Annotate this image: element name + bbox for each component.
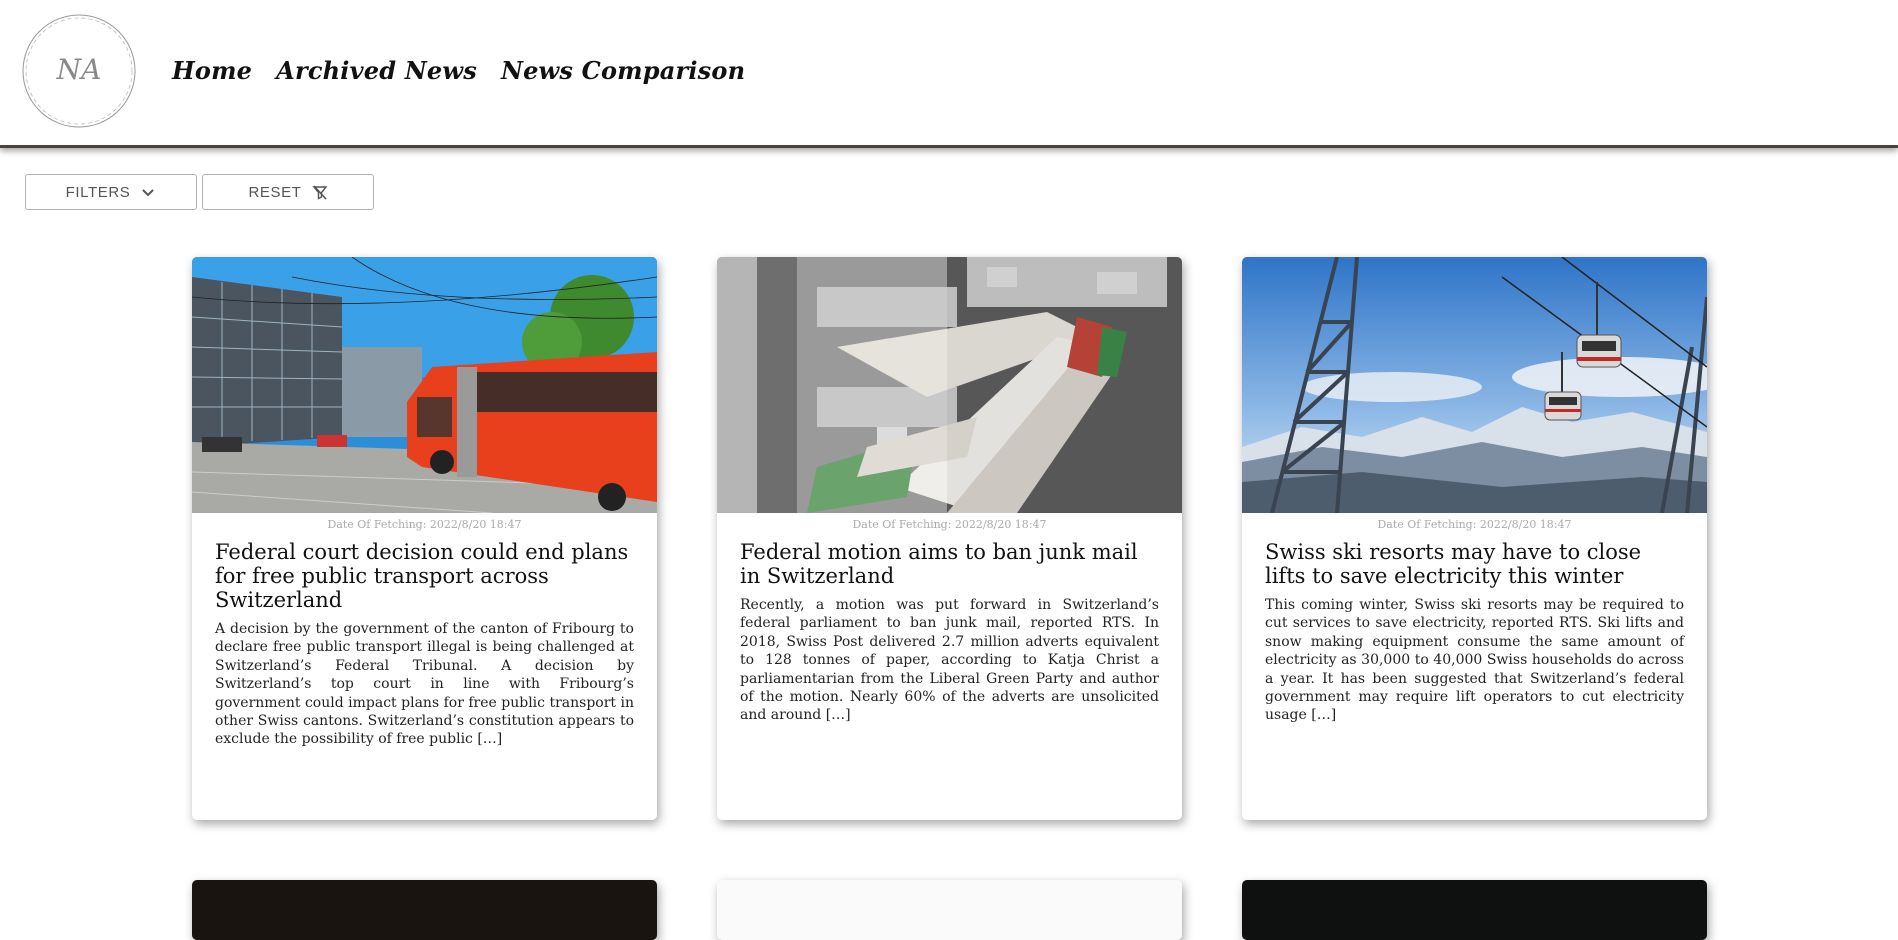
news-card-image-gondola — [1242, 257, 1707, 513]
nav-home-link[interactable]: Home — [172, 56, 252, 85]
article-title[interactable]: Federal court decision could end plans f… — [215, 540, 634, 612]
news-card-partial[interactable] — [1242, 880, 1707, 940]
article-description: This coming winter, Swiss ski resorts ma… — [1265, 597, 1684, 724]
filters-button[interactable]: FILTERS — [25, 174, 197, 210]
site-header: NA Home Archived News News Comparison — [0, 0, 1898, 148]
site-logo[interactable]: NA — [18, 12, 140, 130]
nav-archived-news-link[interactable]: Archived News — [276, 56, 477, 85]
logo-initials: NA — [56, 53, 102, 86]
article-title[interactable]: Swiss ski resorts may have to close lift… — [1265, 540, 1684, 588]
article-description: A decision by the government of the cant… — [215, 621, 634, 748]
article-title[interactable]: Federal motion aims to ban junk mail in … — [740, 540, 1159, 588]
news-card-image-bus — [192, 257, 657, 513]
filter-off-icon — [312, 185, 327, 200]
chevron-down-icon — [142, 189, 155, 197]
filters-button-label: FILTERS — [65, 183, 131, 201]
news-card[interactable]: Date Of Fetching: 2022/8/20 18:47 Federa… — [717, 257, 1182, 820]
reset-button-label: RESET — [248, 183, 302, 201]
news-card-partial[interactable] — [717, 880, 1182, 940]
fetch-date: Date Of Fetching: 2022/8/20 18:47 — [327, 518, 522, 531]
main-nav: Home Archived News News Comparison — [172, 56, 745, 85]
nav-news-comparison-link[interactable]: News Comparison — [501, 56, 745, 85]
news-card-image-mailboxes — [717, 257, 1182, 513]
fetch-date: Date Of Fetching: 2022/8/20 18:47 — [852, 518, 1047, 531]
news-card-partial[interactable] — [192, 880, 657, 940]
reset-button[interactable]: RESET — [202, 174, 374, 210]
fetch-date: Date Of Fetching: 2022/8/20 18:47 — [1377, 518, 1572, 531]
news-card[interactable]: Date Of Fetching: 2022/8/20 18:47 Federa… — [192, 257, 657, 820]
article-description: Recently, a motion was put forward in Sw… — [740, 597, 1159, 724]
news-card[interactable]: Date Of Fetching: 2022/8/20 18:47 Swiss … — [1242, 257, 1707, 820]
